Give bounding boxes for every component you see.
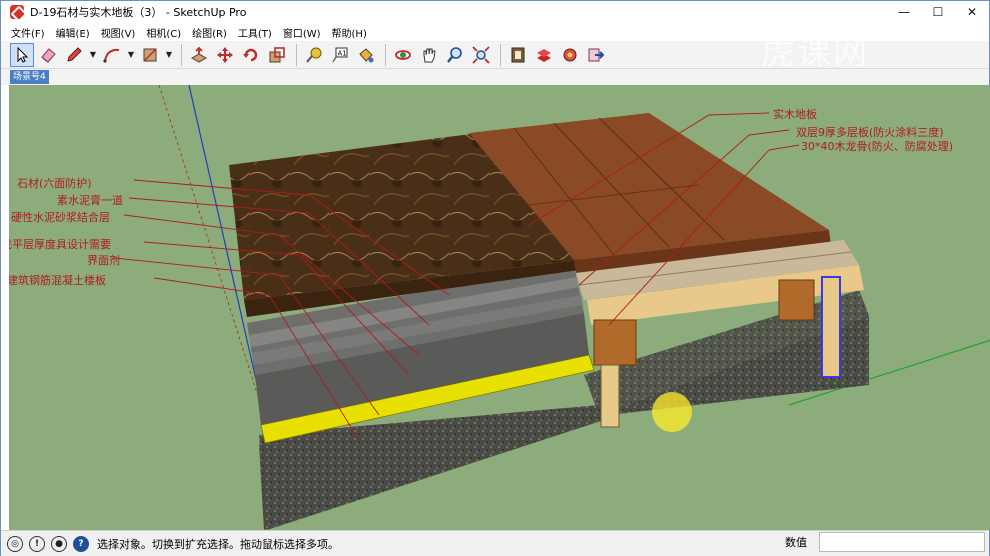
wood-keel-back — [778, 279, 815, 321]
zoom-icon — [447, 46, 462, 63]
window-title: D-19石材与实木地板（3） - SketchUp Pro — [30, 6, 247, 19]
label-levelling: 找平层厚度具设计需要 — [9, 238, 111, 251]
label-interface-agent: 界面剂 — [87, 254, 120, 267]
menu-window[interactable]: 窗口(W) — [283, 25, 321, 40]
menu-help[interactable]: 帮助(H) — [332, 25, 367, 40]
rotate-icon — [243, 48, 258, 61]
pan-icon — [423, 48, 436, 62]
pencil-icon — [67, 46, 82, 62]
arc-tool-button[interactable] — [100, 43, 124, 67]
menu-camera[interactable]: 相机(C) — [146, 25, 181, 40]
user-icon[interactable]: ● — [51, 535, 67, 552]
wood-post-selected — [821, 276, 841, 378]
export-icon — [588, 48, 605, 61]
tape-measure-icon — [306, 47, 322, 63]
measurements-input[interactable] — [819, 532, 985, 552]
push-pull-icon — [190, 46, 208, 63]
wood-keel-front — [593, 319, 637, 366]
modeling-viewport[interactable]: 石材(六面防护) 素水泥膏一道 硬性水泥砂浆结合层 找平层厚度具设计需要 界面剂… — [9, 85, 990, 530]
move-tool-button[interactable] — [213, 43, 237, 67]
measurements-label: 数值 — [785, 536, 807, 549]
text-tool-button[interactable]: A1 — [328, 43, 352, 67]
scene-tab-4[interactable]: 场景号4 — [10, 70, 49, 84]
components-icon — [563, 48, 577, 61]
arc-dropdown[interactable]: ▼ — [126, 43, 136, 67]
svg-text:A1: A1 — [338, 49, 347, 57]
rectangle-dropdown[interactable]: ▼ — [164, 43, 174, 67]
wood-post-front — [600, 364, 620, 428]
rectangle-tool-button[interactable] — [138, 43, 162, 67]
zoom-extents-icon — [472, 45, 490, 64]
label-stone: 石材(六面防护) — [17, 177, 92, 190]
menu-file[interactable]: 文件(F) — [11, 25, 45, 40]
credits-icon[interactable]: ! — [29, 535, 45, 552]
eraser-tool-button[interactable] — [36, 43, 60, 67]
arc-icon — [103, 48, 120, 63]
label-cement-paste: 素水泥膏一道 — [57, 194, 123, 207]
pencil-tool-button[interactable] — [62, 43, 86, 67]
extension-warehouse-button[interactable] — [532, 43, 556, 67]
toolbar-separator — [181, 43, 182, 66]
move-icon — [217, 46, 233, 63]
zoom-extents-tool-button[interactable] — [469, 43, 493, 67]
scale-tool-button[interactable] — [265, 43, 289, 67]
geo-location-icon[interactable]: ◎ — [7, 535, 23, 552]
minimize-button[interactable]: — — [887, 1, 921, 23]
maximize-button[interactable]: ☐ — [921, 1, 955, 23]
info-icon[interactable]: ? — [73, 535, 89, 552]
push-pull-tool-button[interactable] — [187, 43, 211, 67]
close-button[interactable]: ✕ — [955, 1, 989, 23]
tape-measure-tool-button[interactable] — [302, 43, 326, 67]
toolbar-separator — [385, 43, 386, 66]
select-icon — [17, 46, 29, 63]
pencil-dropdown[interactable]: ▼ — [88, 43, 98, 67]
export-button[interactable] — [584, 43, 608, 67]
label-mortar-bond: 硬性水泥砂浆结合层 — [11, 211, 110, 224]
menu-edit[interactable]: 编辑(E) — [56, 25, 90, 40]
window-controls: — ☐ ✕ — [887, 1, 989, 23]
menu-tools[interactable]: 工具(T) — [238, 25, 272, 40]
label-wood-keel: 30*40木龙骨(防火、防腐处理) — [801, 140, 954, 153]
label-concrete-slab: 建筑钢筋混凝土楼板 — [9, 274, 106, 287]
toolbar-separator — [296, 43, 297, 66]
extension-icon — [537, 48, 551, 62]
status-message: 选择对象。切换到扩充选择。拖动鼠标选择多项。 — [97, 537, 339, 551]
zoom-tool-button[interactable] — [443, 43, 467, 67]
text-icon: A1 — [332, 47, 348, 62]
rectangle-icon — [143, 47, 157, 62]
eraser-icon — [41, 47, 56, 63]
warehouse-icon — [511, 47, 525, 62]
rotate-tool-button[interactable] — [239, 43, 263, 67]
scale-icon — [269, 46, 285, 62]
components-button[interactable] — [558, 43, 582, 67]
sketchup-app-icon — [10, 5, 24, 19]
paint-bucket-tool-button[interactable] — [354, 43, 378, 67]
orbit-tool-button[interactable] — [391, 43, 415, 67]
title-bar: D-19石材与实木地板（3） - SketchUp Pro — ☐ ✕ — [1, 1, 989, 23]
pan-tool-button[interactable] — [417, 43, 441, 67]
huke-watermark: 虎课网 — [761, 33, 869, 73]
orbit-icon — [395, 49, 411, 60]
mouse-cursor-highlight — [652, 392, 692, 432]
paint-bucket-icon — [359, 47, 374, 62]
label-wood-floor: 实木地板 — [773, 108, 817, 121]
sketchup-window: D-19石材与实木地板（3） - SketchUp Pro — ☐ ✕ 文件(F… — [0, 0, 990, 556]
menu-view[interactable]: 视图(V) — [101, 25, 136, 40]
select-tool-button[interactable] — [10, 42, 34, 67]
menu-draw[interactable]: 绘图(R) — [192, 25, 227, 40]
warehouse-button[interactable] — [506, 43, 530, 67]
toolbar-separator — [500, 43, 501, 66]
